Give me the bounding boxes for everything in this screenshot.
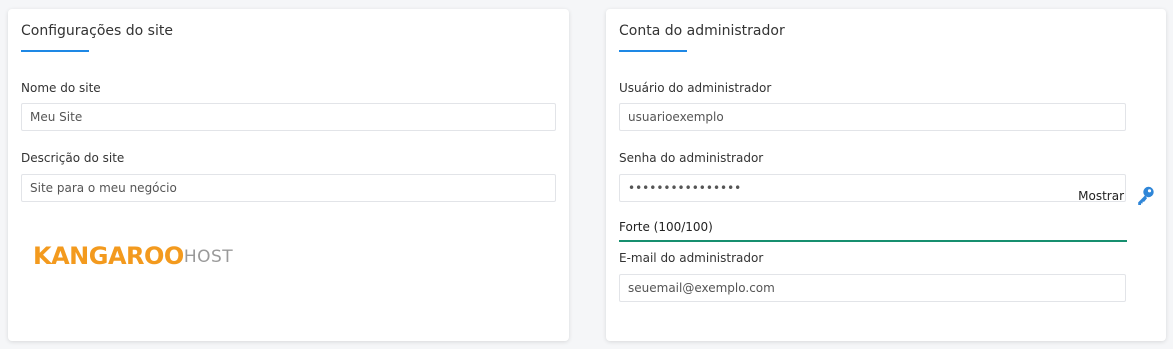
admin-account-title: Conta do administrador bbox=[619, 23, 785, 39]
logo-brand-text: KANGAROO bbox=[33, 242, 184, 270]
key-icon[interactable] bbox=[1135, 185, 1155, 207]
title-underline bbox=[21, 50, 89, 52]
admin-account-card: Conta do administrador Usuário do admini… bbox=[606, 9, 1166, 341]
admin-username-input[interactable] bbox=[619, 103, 1126, 131]
admin-password-label: Senha do administrador bbox=[619, 151, 764, 165]
password-strength-bar bbox=[619, 240, 1127, 242]
admin-username-label: Usuário do administrador bbox=[619, 81, 772, 95]
password-strength-text: Forte (100/100) bbox=[619, 220, 713, 234]
title-underline bbox=[619, 50, 687, 52]
site-description-input[interactable] bbox=[21, 174, 556, 202]
site-name-input[interactable] bbox=[21, 103, 556, 131]
show-password-button[interactable]: Mostrar bbox=[1078, 189, 1124, 203]
admin-password-input[interactable] bbox=[619, 174, 1126, 202]
site-description-label: Descrição do site bbox=[21, 151, 125, 165]
site-settings-card: Configurações do site Nome do site Descr… bbox=[8, 9, 569, 341]
kangaroohost-logo: KANGAROO HOST bbox=[33, 241, 233, 271]
logo-host-text: HOST bbox=[183, 247, 234, 267]
admin-email-input[interactable] bbox=[619, 274, 1126, 302]
site-settings-title: Configurações do site bbox=[21, 23, 173, 39]
admin-email-label: E-mail do administrador bbox=[619, 251, 764, 265]
site-name-label: Nome do site bbox=[21, 81, 101, 95]
